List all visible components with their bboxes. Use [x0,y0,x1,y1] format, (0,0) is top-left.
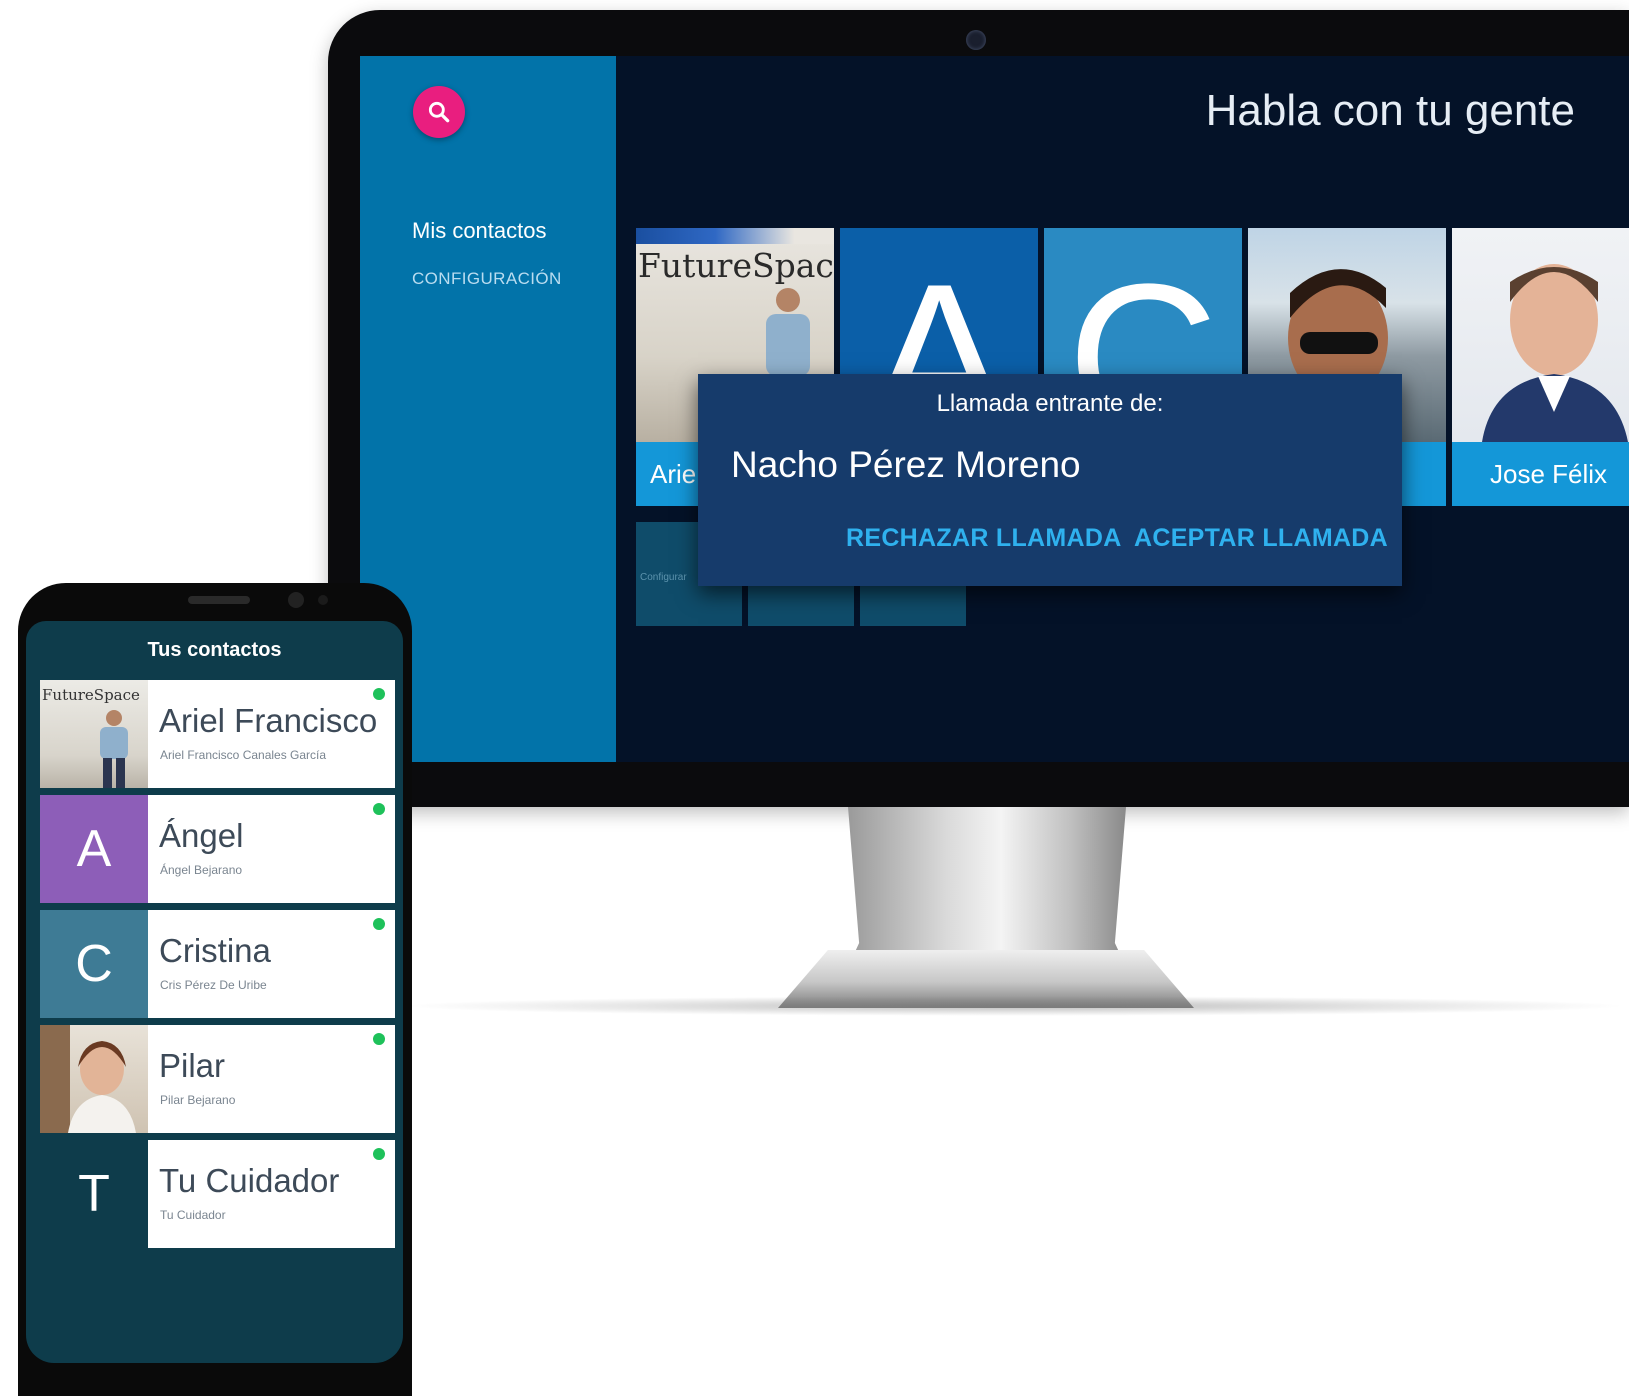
contact-card-ariel[interactable]: FutureSpace Ariel Francisco Ariel Franci… [40,680,395,788]
contact-card-cristina[interactable]: C Cristina Cris Pérez De Uribe [40,910,395,1018]
contact-name: Ángel [159,817,244,854]
search-icon [428,101,450,123]
online-status-indicator [373,803,385,815]
phone-title: Tus contactos [147,639,282,661]
contact-name: Cristina [159,932,271,969]
avatar-letter: A [40,795,148,903]
avatar-letter: T [40,1140,148,1248]
online-status-indicator [373,918,385,930]
contact-avatar: A [40,795,148,903]
floor-shadow [400,996,1629,1016]
contact-name: Pilar [159,1047,226,1084]
photo-caption: FutureSpace [42,686,140,704]
contact-photo [1452,228,1629,442]
person-face [1482,264,1628,442]
photo-caption: FutureSpace [638,246,834,285]
contact-avatar: C [40,910,148,1018]
contact-full-name: Cris Pérez De Uribe [160,978,267,992]
contact-card-pilar[interactable]: Pilar Pilar Bejarano [40,1025,395,1133]
person-figure [100,710,128,788]
webcam [966,30,986,50]
contact-photo [40,1025,148,1133]
phone-front-camera [288,592,304,608]
contact-name: Tu Cuidador [159,1162,340,1199]
accept-call-button[interactable]: ACEPTAR LLAMADA [1134,524,1388,553]
incoming-call-dialog: Llamada entrante de: Nacho Pérez Moreno … [698,374,1402,586]
contact-full-name: Ariel Francisco Canales García [160,748,327,762]
nav-settings[interactable]: CONFIGURACIÓN [412,269,562,289]
tv-screen: Mis contactos CONFIGURACIÓN Habla con tu… [360,56,1629,762]
person-face [68,1041,136,1133]
online-status-indicator [373,688,385,700]
settings-tile-label: Configurar [640,572,687,583]
phone-sensor [318,595,328,605]
dialog-header: Llamada entrante de: [936,390,1164,417]
page-title: Habla con tu gente [1205,86,1575,135]
phone-frame: Tus contactos FutureSpace Ariel Francisc… [18,583,412,1396]
contact-name: Ariel Francisco [159,702,378,739]
reject-call-button[interactable]: RECHAZAR LLAMADA [846,524,1122,553]
nav-my-contacts[interactable]: Mis contactos [412,218,547,244]
caller-name: Nacho Pérez Moreno [731,444,1081,485]
contact-tile-jose-felix[interactable]: Jose Félix [1452,228,1629,506]
contact-full-name: Tu Cuidador [160,1208,226,1222]
avatar-letter: C [40,910,148,1018]
monitor-stand-neck [848,807,1126,967]
contact-photo: FutureSpace [40,680,148,788]
contact-full-name: Ángel Bejarano [160,863,243,877]
contact-tile-label: Jose Félix [1452,442,1629,506]
phone-screen: Tus contactos FutureSpace Ariel Francisc… [26,621,403,1363]
contact-card-angel[interactable]: A Ángel Ángel Bejarano [40,795,395,903]
online-status-indicator [373,1033,385,1045]
search-button[interactable] [413,86,465,138]
contact-avatar: T [40,1140,148,1248]
contact-card-tu-cuidador[interactable]: T Tu Cuidador Tu Cuidador [40,1140,395,1248]
online-status-indicator [373,1148,385,1160]
phone-speaker [188,596,250,604]
contact-full-name: Pilar Bejarano [160,1093,236,1107]
